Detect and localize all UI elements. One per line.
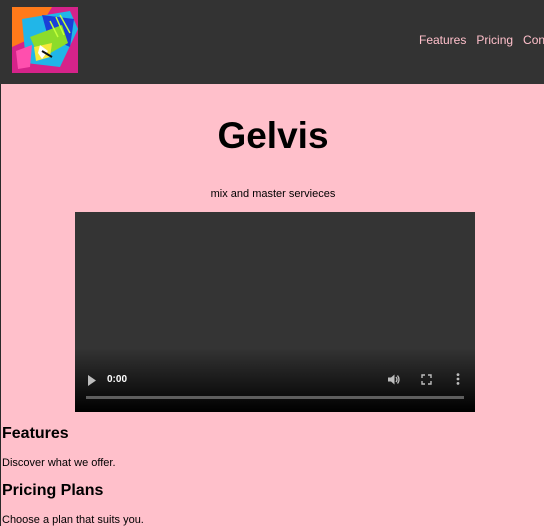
nav-links: Features Pricing Contact: [419, 33, 544, 47]
main-content: Gelvis mix and master servieces 0:00 Fea…: [0, 84, 544, 526]
pricing-heading: Pricing Plans: [2, 482, 104, 499]
fullscreen-icon[interactable]: [421, 374, 432, 385]
video-player[interactable]: 0:00: [75, 212, 475, 412]
logo-image[interactable]: [12, 7, 78, 73]
more-options-icon[interactable]: [456, 373, 460, 385]
features-heading: Features: [2, 425, 69, 442]
video-time: 0:00: [107, 374, 128, 385]
volume-icon[interactable]: [387, 373, 400, 386]
navbar: Features Pricing Contact: [0, 0, 544, 84]
features-text: Discover what we offer.: [2, 457, 116, 469]
video-progress-bar[interactable]: [86, 396, 464, 399]
nav-link-features[interactable]: Features: [419, 33, 466, 47]
logo-art-icon: [12, 7, 78, 73]
hero-title: Gelvis: [217, 115, 329, 156]
play-icon[interactable]: [87, 375, 97, 386]
video-controls-overlay: [75, 348, 475, 412]
nav-link-contact[interactable]: Contact: [523, 33, 544, 47]
nav-link-pricing[interactable]: Pricing: [476, 33, 513, 47]
pricing-text: Choose a plan that suits you.: [2, 514, 144, 526]
hero-subtitle: mix and master servieces: [210, 188, 336, 200]
